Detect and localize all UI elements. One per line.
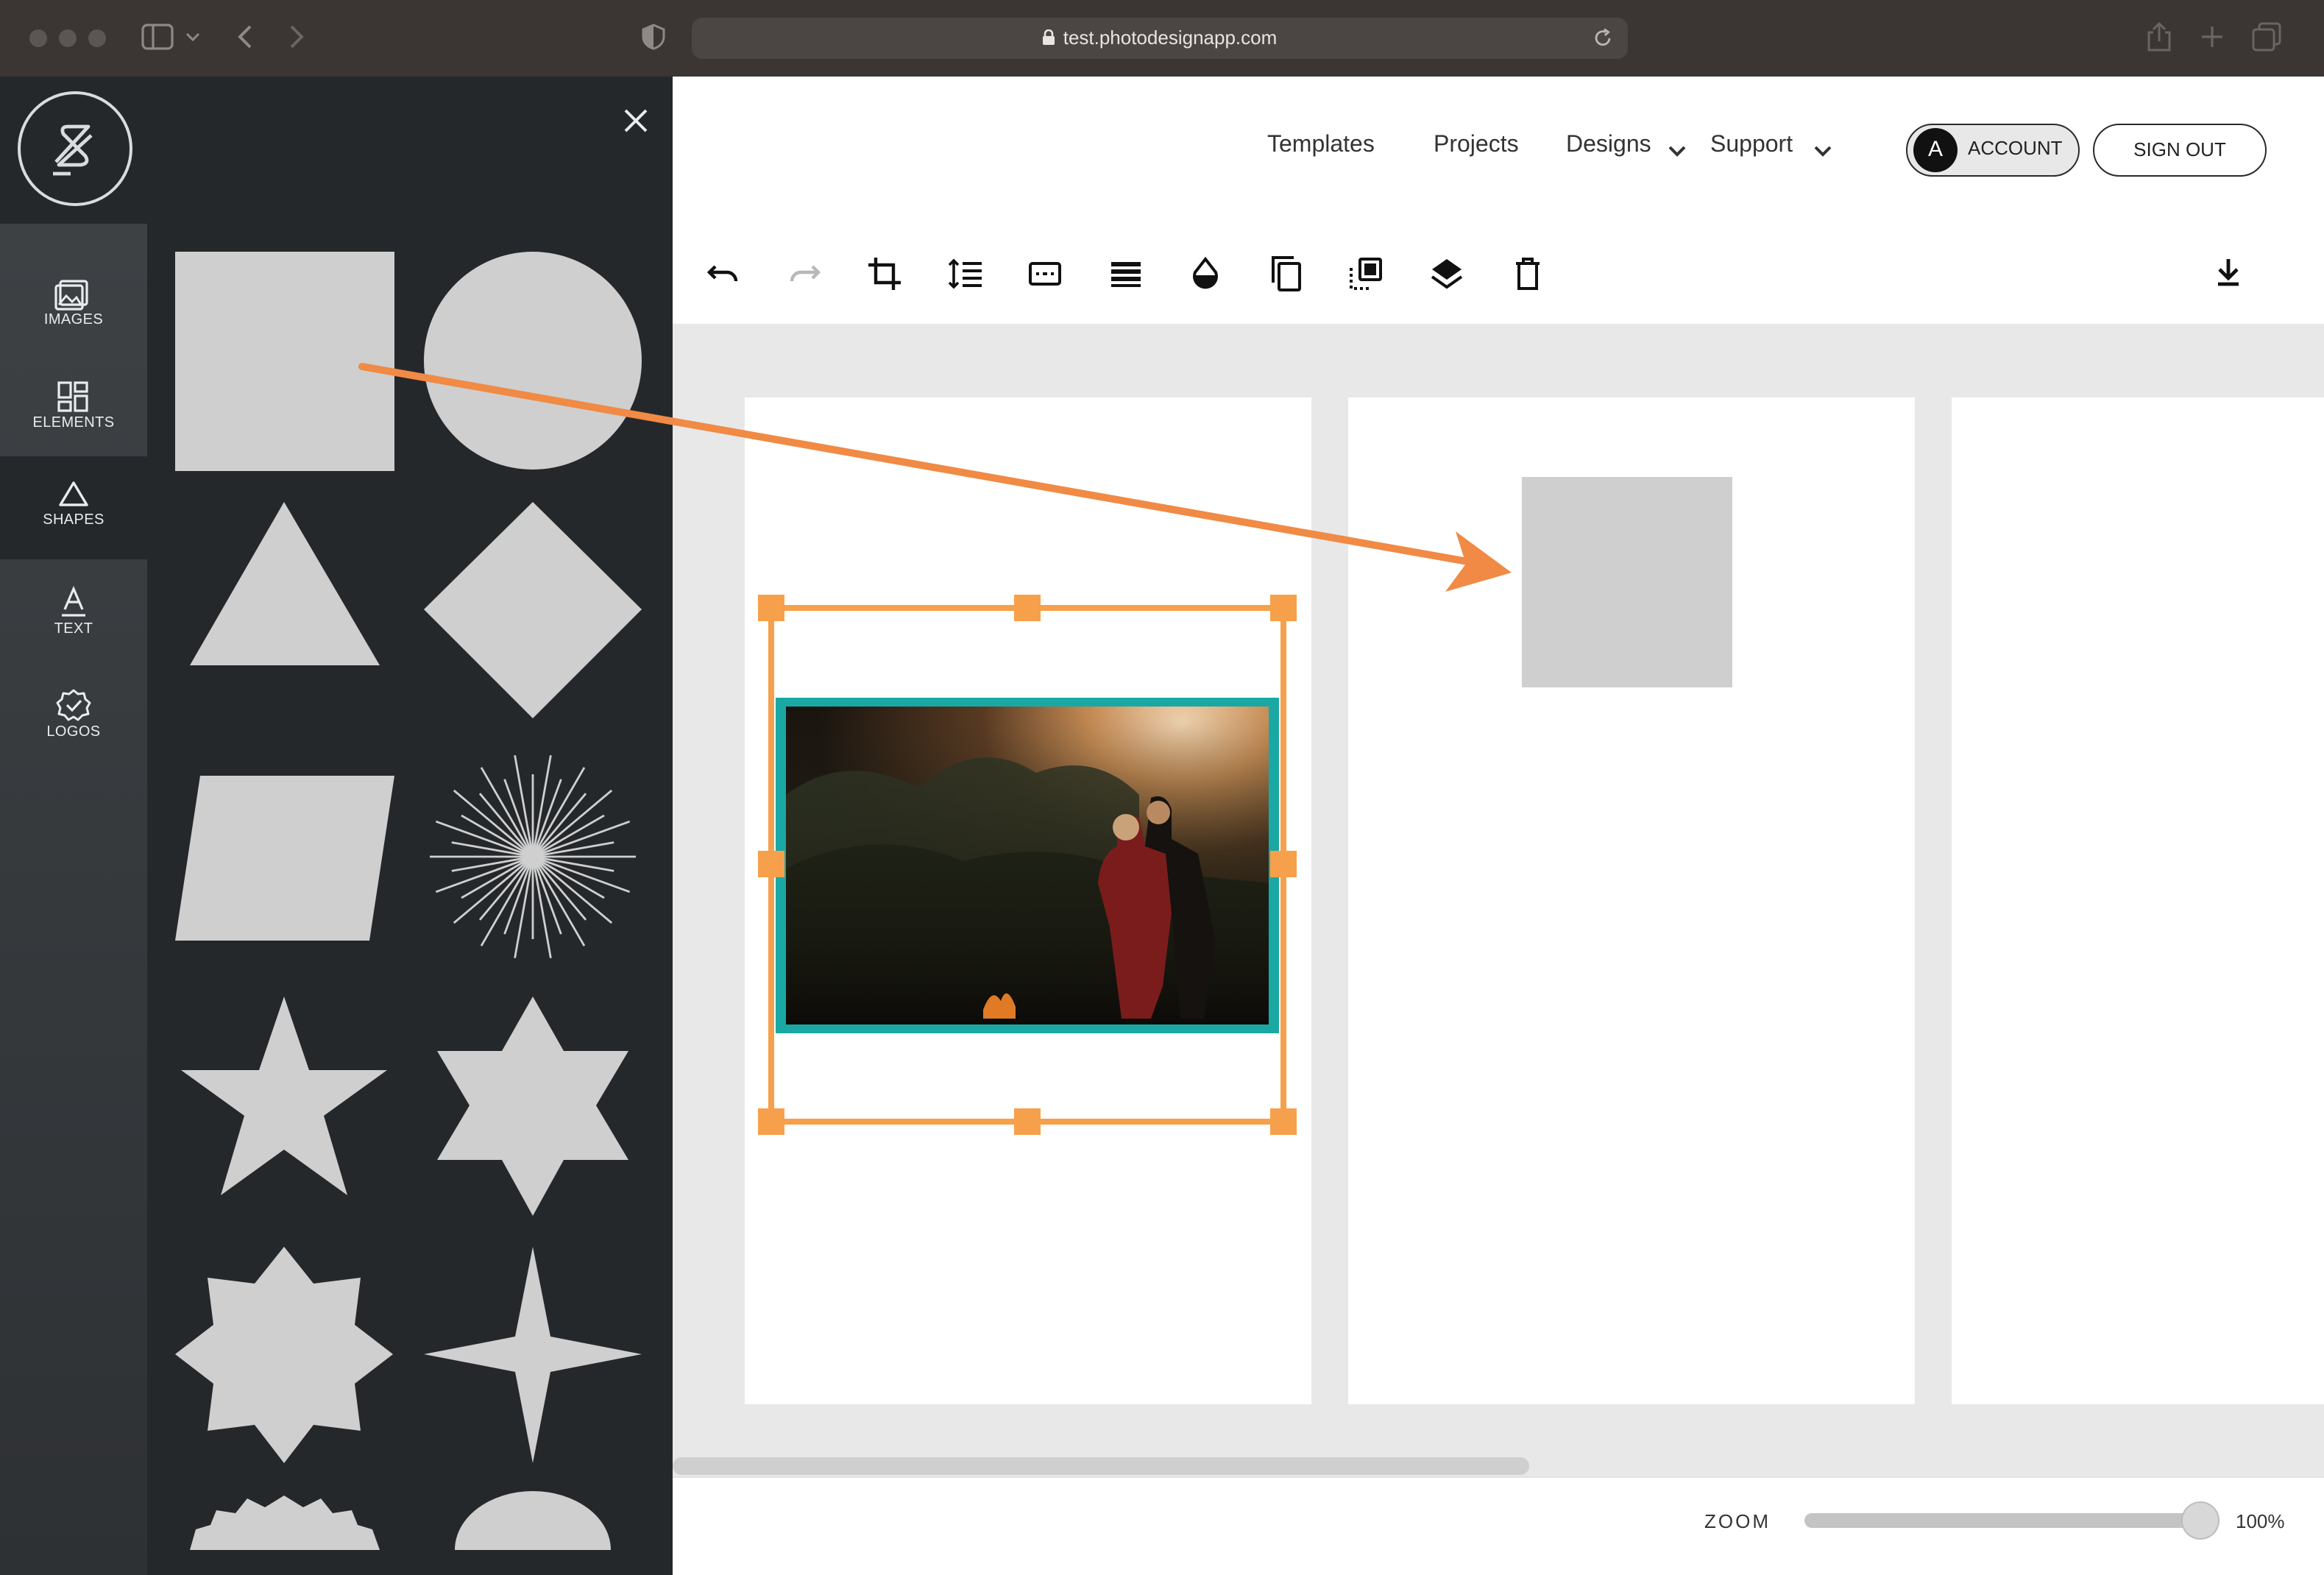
- stripes-icon[interactable]: [1105, 253, 1147, 294]
- window-minimize-dot[interactable]: [59, 29, 77, 47]
- duplicate-icon[interactable]: [1266, 253, 1307, 294]
- shape-star-4[interactable]: [424, 1247, 642, 1463]
- couple-photo[interactable]: [786, 707, 1269, 1024]
- lock-icon: [1043, 19, 1056, 60]
- shape-star-5[interactable]: [181, 997, 387, 1195]
- sidebar-item-label: ELEMENTS: [32, 415, 115, 431]
- shape-square[interactable]: [175, 252, 394, 471]
- browser-toolbar: test.photodesignapp.com: [0, 0, 2324, 78]
- shape-star-6[interactable]: [437, 997, 628, 1216]
- redo-icon[interactable]: [783, 253, 824, 294]
- back-arrow-icon[interactable]: [235, 24, 256, 50]
- zoom-label: ZOOM: [1704, 1510, 1771, 1532]
- reload-icon[interactable]: [1593, 28, 1613, 56]
- download-icon[interactable]: [2208, 253, 2249, 294]
- tab-overview-icon[interactable]: [2252, 22, 2281, 52]
- window-zoom-dot[interactable]: [88, 29, 106, 47]
- window-close-dot[interactable]: [29, 29, 47, 47]
- zoom-slider[interactable]: [1804, 1513, 2202, 1528]
- privacy-shield-icon[interactable]: [642, 24, 665, 50]
- sidebar-toggle-icon[interactable]: [141, 24, 174, 50]
- zoom-value: 100%: [2236, 1510, 2285, 1532]
- sidebar-item-logos[interactable]: LOGOS: [0, 668, 147, 771]
- caption-icon[interactable]: [1024, 253, 1066, 294]
- shape-star-8[interactable]: [175, 1247, 393, 1463]
- placed-square-shape[interactable]: [1522, 477, 1732, 687]
- forward-arrow-icon[interactable]: [286, 24, 306, 50]
- account-label[interactable]: ACCOUNT: [1968, 124, 2063, 174]
- zoom-slider-thumb[interactable]: [2183, 1503, 2218, 1538]
- app-logo[interactable]: [18, 91, 132, 206]
- sign-out-button[interactable]: SIGN OUT: [2093, 124, 2267, 177]
- elements-icon: [0, 377, 147, 415]
- shape-parallelogram[interactable]: [175, 776, 394, 941]
- undo-icon[interactable]: [704, 253, 745, 294]
- triangle-icon: [0, 474, 147, 512]
- sidebar-item-label: LOGOS: [46, 724, 101, 740]
- new-tab-plus-icon[interactable]: [2199, 24, 2225, 50]
- share-icon[interactable]: [2146, 21, 2172, 53]
- close-icon[interactable]: [618, 103, 653, 138]
- shape-triangle[interactable]: [190, 502, 380, 665]
- text-icon: [0, 583, 147, 621]
- sidebar-item-text[interactable]: TEXT: [0, 565, 147, 668]
- horizontal-scrollbar[interactable]: [673, 1457, 1529, 1475]
- avatar[interactable]: A: [1913, 128, 1958, 172]
- crop-icon[interactable]: [864, 253, 905, 294]
- nav-templates[interactable]: Templates: [1267, 132, 1375, 159]
- line-spacing-icon[interactable]: [945, 253, 986, 294]
- shape-diamond[interactable]: [424, 502, 642, 718]
- opacity-drop-icon[interactable]: [1185, 253, 1226, 294]
- logos-badge-icon: [0, 686, 147, 724]
- chevron-down-icon[interactable]: [1813, 140, 1832, 166]
- url-text: test.photodesignapp.com: [1063, 26, 1278, 49]
- nav-support[interactable]: Support: [1710, 132, 1793, 159]
- layers-icon[interactable]: [1426, 253, 1467, 294]
- sidebar-item-images[interactable]: IMAGES: [0, 256, 147, 359]
- chevron-down-icon[interactable]: [1668, 140, 1687, 166]
- shape-semicircle[interactable]: [455, 1491, 611, 1550]
- chevron-down-icon[interactable]: [185, 29, 200, 44]
- sidebar-item-label: SHAPES: [43, 512, 104, 528]
- sidebar-item-elements[interactable]: ELEMENTS: [0, 359, 147, 462]
- delete-icon[interactable]: [1507, 253, 1548, 294]
- nav-projects[interactable]: Projects: [1434, 132, 1519, 159]
- shapes-grid: [175, 252, 642, 1550]
- nav-designs[interactable]: Designs: [1566, 132, 1651, 159]
- address-bar[interactable]: test.photodesignapp.com: [692, 18, 1628, 59]
- sidebar-item-shapes[interactable]: SHAPES: [0, 456, 147, 559]
- shape-sun-burst[interactable]: [190, 1496, 380, 1550]
- shape-circle[interactable]: [424, 252, 642, 470]
- shape-starburst[interactable]: [430, 754, 636, 959]
- images-icon: [0, 274, 147, 312]
- sidebar-item-label: TEXT: [54, 621, 93, 637]
- arrange-icon[interactable]: [1345, 253, 1386, 294]
- design-page-3[interactable]: [1952, 397, 2324, 1404]
- sidebar-item-label: IMAGES: [43, 312, 104, 328]
